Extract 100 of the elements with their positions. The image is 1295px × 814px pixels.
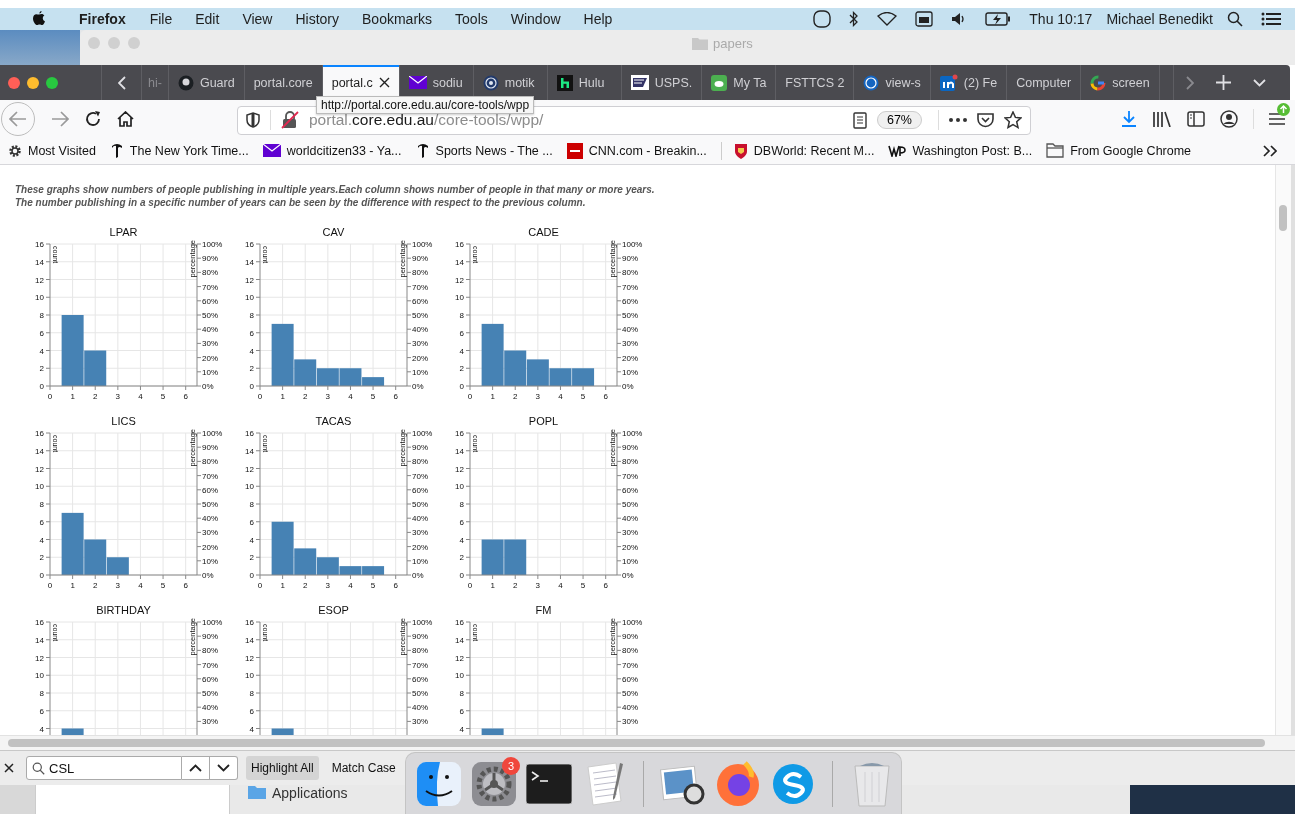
chart-title[interactable]: FM <box>535 603 552 617</box>
find-field[interactable]: CSL <box>26 756 182 780</box>
notepad-icon[interactable] <box>584 760 624 807</box>
menu-item[interactable]: Bookmarks <box>362 11 433 27</box>
menu-item[interactable]: History <box>295 11 340 27</box>
chart-title[interactable]: POPL <box>528 414 559 428</box>
axis-tick-label: 14 <box>245 257 254 267</box>
axis-tick-label: 90% <box>412 254 428 264</box>
menu-icon[interactable] <box>1269 111 1285 126</box>
chart-title[interactable]: TACAS <box>315 414 352 428</box>
axis-tick-label: 60% <box>622 296 638 306</box>
download-icon[interactable] <box>1121 110 1137 127</box>
axis-tick-label: 14 <box>245 635 254 645</box>
close-icon[interactable] <box>4 763 14 773</box>
axis-tick-label: 2 <box>459 553 464 563</box>
envelope-icon <box>262 144 281 157</box>
close-window-button[interactable] <box>8 76 20 89</box>
axis-tick-label: 8 <box>39 311 44 320</box>
seal-icon <box>482 74 499 91</box>
bookmark[interactable]: worldcitizen33 - Ya... <box>262 143 402 158</box>
zoom-level-button[interactable]: 67% <box>876 111 922 129</box>
terminal-icon[interactable] <box>526 763 572 804</box>
axis-tick-label: 30% <box>622 528 638 538</box>
gear-icon[interactable] <box>472 761 516 806</box>
chart-title[interactable]: LPAR <box>109 225 138 239</box>
menu-item[interactable]: Window <box>510 11 561 27</box>
axis-tick-label: 5 <box>370 392 376 401</box>
description-text: These graphs show numbers of people publishing in multiple years.Each column shows number of people in that many or more years. The number publishing in a specific number of years can be seen by the difference with respect to the previous column. <box>15 183 655 209</box>
chevron-right-icon[interactable] <box>1186 75 1194 90</box>
search-icon <box>32 762 45 775</box>
list-icon[interactable] <box>1261 12 1281 26</box>
insecure-lock-icon[interactable] <box>281 111 299 129</box>
chart-title[interactable]: CADE <box>528 225 559 239</box>
sidebar-icon[interactable] <box>1187 110 1205 127</box>
pocket-icon[interactable] <box>977 112 994 128</box>
minimize-window-button[interactable] <box>27 76 39 89</box>
browser-icon[interactable] <box>715 760 761 807</box>
bookmark[interactable]: From Google Chrome <box>1046 143 1192 158</box>
chart-title[interactable]: ESOP <box>318 603 349 617</box>
axis-tick-label: 90% <box>412 632 428 642</box>
axis-tick-label: 40% <box>412 703 428 713</box>
apple-icon[interactable] <box>32 11 46 27</box>
chevron-left-icon[interactable] <box>117 75 126 90</box>
app-tile-icon <box>939 74 958 91</box>
axis-tick-label: 60% <box>202 674 218 684</box>
reload-icon[interactable] <box>85 110 101 127</box>
app-menu[interactable]: Firefox <box>79 11 126 27</box>
more-actions-icon[interactable] <box>949 118 967 122</box>
axis-tick-label: 16 <box>455 240 464 249</box>
menu-item[interactable]: View <box>242 11 273 27</box>
chart-title[interactable]: LICS <box>111 414 136 428</box>
bluetooth-icon[interactable] <box>849 11 860 27</box>
axis-tick-label: 90% <box>202 632 218 642</box>
bookmark[interactable]: CNN.com - Breakin... <box>566 142 707 159</box>
clock[interactable]: Thu 10:17 <box>1029 11 1093 27</box>
axis-tick-label: 90% <box>412 443 428 453</box>
folder-name[interactable]: Applications <box>272 785 348 801</box>
bookmark[interactable]: Most Visited <box>8 143 96 158</box>
bookmark[interactable]: DBWorld: Recent M... <box>733 142 875 159</box>
user-name[interactable]: Michael Benedikt <box>1106 11 1213 27</box>
chart-title[interactable]: CAV <box>322 225 345 239</box>
chart-title[interactable]: BIRTHDAY <box>96 603 151 617</box>
previous-match-button[interactable] <box>182 756 210 780</box>
forward-arrow-icon[interactable] <box>51 110 69 127</box>
menu-item[interactable]: File <box>149 11 173 27</box>
plus-icon[interactable] <box>1216 75 1231 90</box>
menu-item[interactable]: Help <box>583 11 613 27</box>
rounded-square-icon[interactable] <box>813 10 832 28</box>
library-icon[interactable] <box>1152 110 1172 127</box>
scrollbar-thumb[interactable] <box>1279 205 1287 231</box>
reader-view-icon[interactable] <box>852 111 867 129</box>
tab-label: screen <box>1112 75 1150 90</box>
find-option-button[interactable]: Highlight All <box>246 756 319 780</box>
battery-icon[interactable] <box>985 12 1012 26</box>
next-match-button[interactable] <box>210 756 238 780</box>
search-icon[interactable] <box>1227 11 1243 27</box>
star-icon[interactable] <box>1004 111 1022 129</box>
chevron-down-icon[interactable] <box>1253 78 1266 87</box>
home-icon[interactable] <box>117 110 134 127</box>
account-icon[interactable] <box>1220 109 1238 128</box>
wifi-icon[interactable] <box>877 12 898 26</box>
menu-item[interactable]: Tools <box>455 11 488 27</box>
axis-tick-label: 100% <box>622 618 643 627</box>
bookmark-label: DBWorld: Recent M... <box>753 143 875 158</box>
bookmark[interactable]: Washington Post: B... <box>888 143 1033 158</box>
axis-tick-label: 8 <box>249 689 254 698</box>
url-text: portal.core.edu.au/core-tools/wpp/ <box>309 111 545 129</box>
keyboard-icon[interactable] <box>915 11 934 27</box>
double-chevron-icon[interactable] <box>1263 144 1277 157</box>
chat-icon[interactable] <box>771 761 815 806</box>
shield-icon[interactable] <box>246 112 260 128</box>
face-icon[interactable] <box>417 761 461 806</box>
scrollbar-thumb[interactable] <box>8 739 1265 747</box>
blackletter-logo-icon <box>415 143 430 158</box>
close-icon[interactable] <box>378 77 390 88</box>
axis-tick-label: 30% <box>412 528 428 538</box>
zoom-window-button[interactable] <box>46 76 58 89</box>
axis-tick-label: 100% <box>622 429 643 438</box>
find-option-button[interactable]: Match Case <box>326 756 401 780</box>
menu-item[interactable]: Edit <box>195 11 220 27</box>
